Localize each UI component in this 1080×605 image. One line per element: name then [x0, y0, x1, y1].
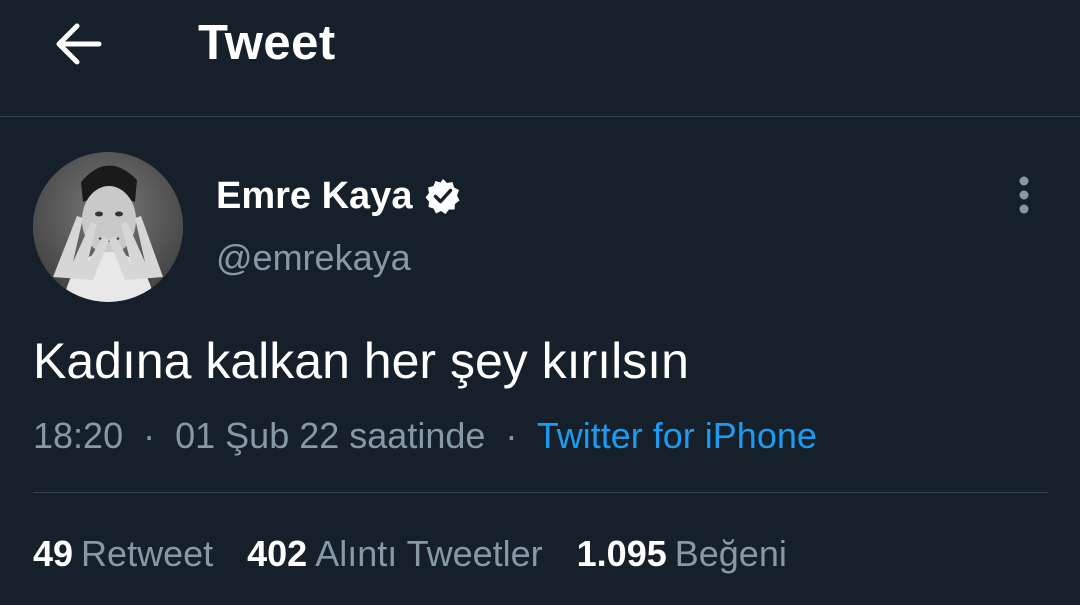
tweet-time[interactable]: 18:20 [33, 415, 123, 456]
arrow-left-icon [56, 23, 102, 65]
tweet-source-link[interactable]: Twitter for iPhone [537, 415, 817, 456]
likes-label: Beğeni [674, 533, 787, 574]
divider [33, 492, 1048, 493]
likes-stat[interactable]: 1.095 Beğeni [577, 532, 787, 576]
back-button[interactable] [48, 16, 108, 72]
avatar-photo [33, 152, 183, 302]
avatar[interactable] [33, 152, 183, 302]
tweet-stats: 49 Retweet 402 Alıntı Tweetler 1.095 Beğeni [33, 532, 821, 576]
meta-separator: · [143, 415, 156, 456]
quote-tweets-stat[interactable]: 402 Alıntı Tweetler [247, 532, 543, 576]
author-display-name[interactable]: Emre Kaya [216, 172, 412, 220]
more-options-button[interactable] [1004, 170, 1044, 220]
top-bar: Tweet [0, 0, 1080, 117]
retweets-count: 49 [33, 533, 74, 574]
author-name-row[interactable]: Emre Kaya [216, 172, 462, 220]
tweet-date[interactable]: 01 Şub 22 saatinde [175, 415, 485, 456]
likes-count: 1.095 [576, 533, 667, 574]
verified-badge-icon [424, 177, 462, 215]
author-handle[interactable]: @emrekaya [216, 236, 411, 280]
meta-separator: · [505, 415, 518, 456]
page-title: Tweet [198, 16, 336, 70]
retweets-label: Retweet [81, 533, 214, 574]
quote-tweets-count: 402 [247, 533, 308, 574]
tweet-meta: 18:20 · 01 Şub 22 saatinde · Twitter for… [33, 414, 817, 458]
quote-tweets-label: Alıntı Tweetler [315, 533, 543, 574]
more-vertical-icon [1019, 176, 1029, 214]
tweet-text: Kadına kalkan her şey kırılsın [33, 333, 689, 389]
retweets-stat[interactable]: 49 Retweet [33, 532, 213, 576]
